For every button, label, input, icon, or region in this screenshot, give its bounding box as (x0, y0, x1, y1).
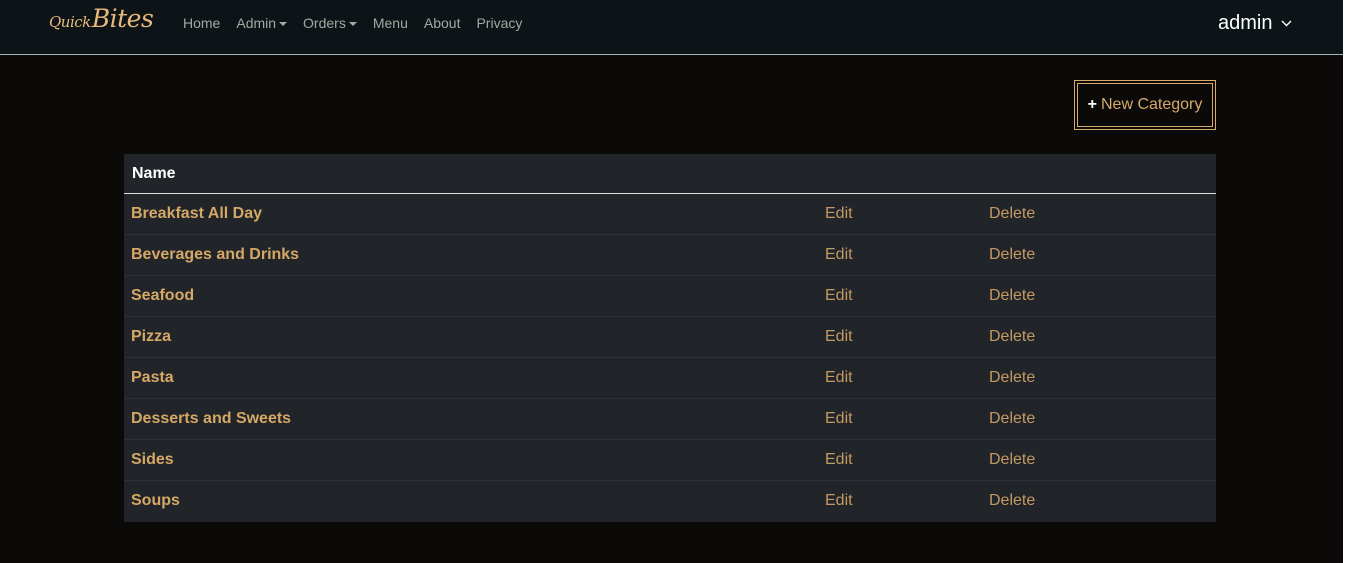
category-name-link[interactable]: Breakfast All Day (131, 205, 262, 223)
category-name-link[interactable]: Pasta (131, 369, 174, 387)
brand-part-1: Quick (49, 13, 91, 31)
delete-link[interactable]: Delete (989, 246, 1035, 264)
category-name-link[interactable]: Desserts and Sweets (131, 410, 291, 428)
category-name-link[interactable]: Seafood (131, 287, 194, 305)
caret-down-icon (348, 22, 357, 27)
delete-link[interactable]: Delete (989, 451, 1035, 469)
nav-admin-dropdown[interactable]: Admin (236, 14, 288, 32)
category-name-link[interactable]: Pizza (131, 328, 171, 346)
edit-link[interactable]: Edit (825, 287, 853, 305)
user-menu[interactable]: admin (1218, 11, 1292, 35)
category-name-link[interactable]: Sides (131, 451, 174, 469)
delete-link[interactable]: Delete (989, 328, 1035, 346)
delete-link[interactable]: Delete (989, 205, 1035, 223)
column-header-name: Name (132, 165, 176, 182)
navbar: QuickBites Home Admin Orders Menu About … (0, 0, 1347, 55)
categories-table: Name Breakfast All Day Edit Delete Beverage… (124, 154, 1216, 522)
brand-logo[interactable]: QuickBites (49, 4, 154, 38)
edit-link[interactable]: Edit (825, 451, 853, 469)
delete-link[interactable]: Delete (989, 369, 1035, 387)
delete-link[interactable]: Delete (989, 492, 1035, 510)
delete-link[interactable]: Delete (989, 287, 1035, 305)
nav-links: Home Admin Orders Menu About Privacy (183, 14, 538, 32)
edit-link[interactable]: Edit (825, 205, 853, 223)
table-row: Soups Edit Delete (124, 481, 1216, 522)
page: QuickBites Home Admin Orders Menu About … (0, 0, 1347, 563)
nav-privacy[interactable]: Privacy (476, 14, 522, 32)
nav-orders-dropdown[interactable]: Orders (303, 14, 357, 32)
category-name-link[interactable]: Beverages and Drinks (131, 246, 299, 264)
new-category-button-inner: + New Category (1077, 83, 1213, 127)
plus-icon: + (1087, 96, 1097, 113)
table-row: Pasta Edit Delete (124, 358, 1216, 399)
table-body: Breakfast All Day Edit Delete Beverages and… (124, 194, 1216, 522)
nav-menu[interactable]: Menu (373, 14, 408, 32)
table-row: Seafood Edit Delete (124, 276, 1216, 317)
new-category-button[interactable]: + New Category (1074, 80, 1216, 130)
table-row: Desserts and Sweets Edit Delete (124, 399, 1216, 440)
table-header: Name (124, 154, 1216, 194)
category-name-link[interactable]: Soups (131, 492, 180, 510)
new-category-label: New Category (1100, 96, 1203, 113)
nav-admin-label: Admin (236, 15, 277, 31)
user-name: admin (1218, 12, 1273, 34)
edit-link[interactable]: Edit (825, 328, 853, 346)
brand-part-2: Bites (91, 4, 154, 33)
table-row: Pizza Edit Delete (124, 317, 1216, 358)
caret-down-icon (279, 22, 288, 27)
window-edge (1343, 0, 1347, 563)
nav-home[interactable]: Home (183, 14, 220, 32)
chevron-down-icon (1281, 20, 1292, 27)
table-row: Sides Edit Delete (124, 440, 1216, 481)
edit-link[interactable]: Edit (825, 492, 853, 510)
table-row: Breakfast All Day Edit Delete (124, 194, 1216, 235)
delete-link[interactable]: Delete (989, 410, 1035, 428)
edit-link[interactable]: Edit (825, 369, 853, 387)
nav-orders-label: Orders (303, 15, 346, 31)
table-row: Beverages and Drinks Edit Delete (124, 235, 1216, 276)
edit-link[interactable]: Edit (825, 246, 853, 264)
edit-link[interactable]: Edit (825, 410, 853, 428)
nav-about[interactable]: About (424, 14, 461, 32)
